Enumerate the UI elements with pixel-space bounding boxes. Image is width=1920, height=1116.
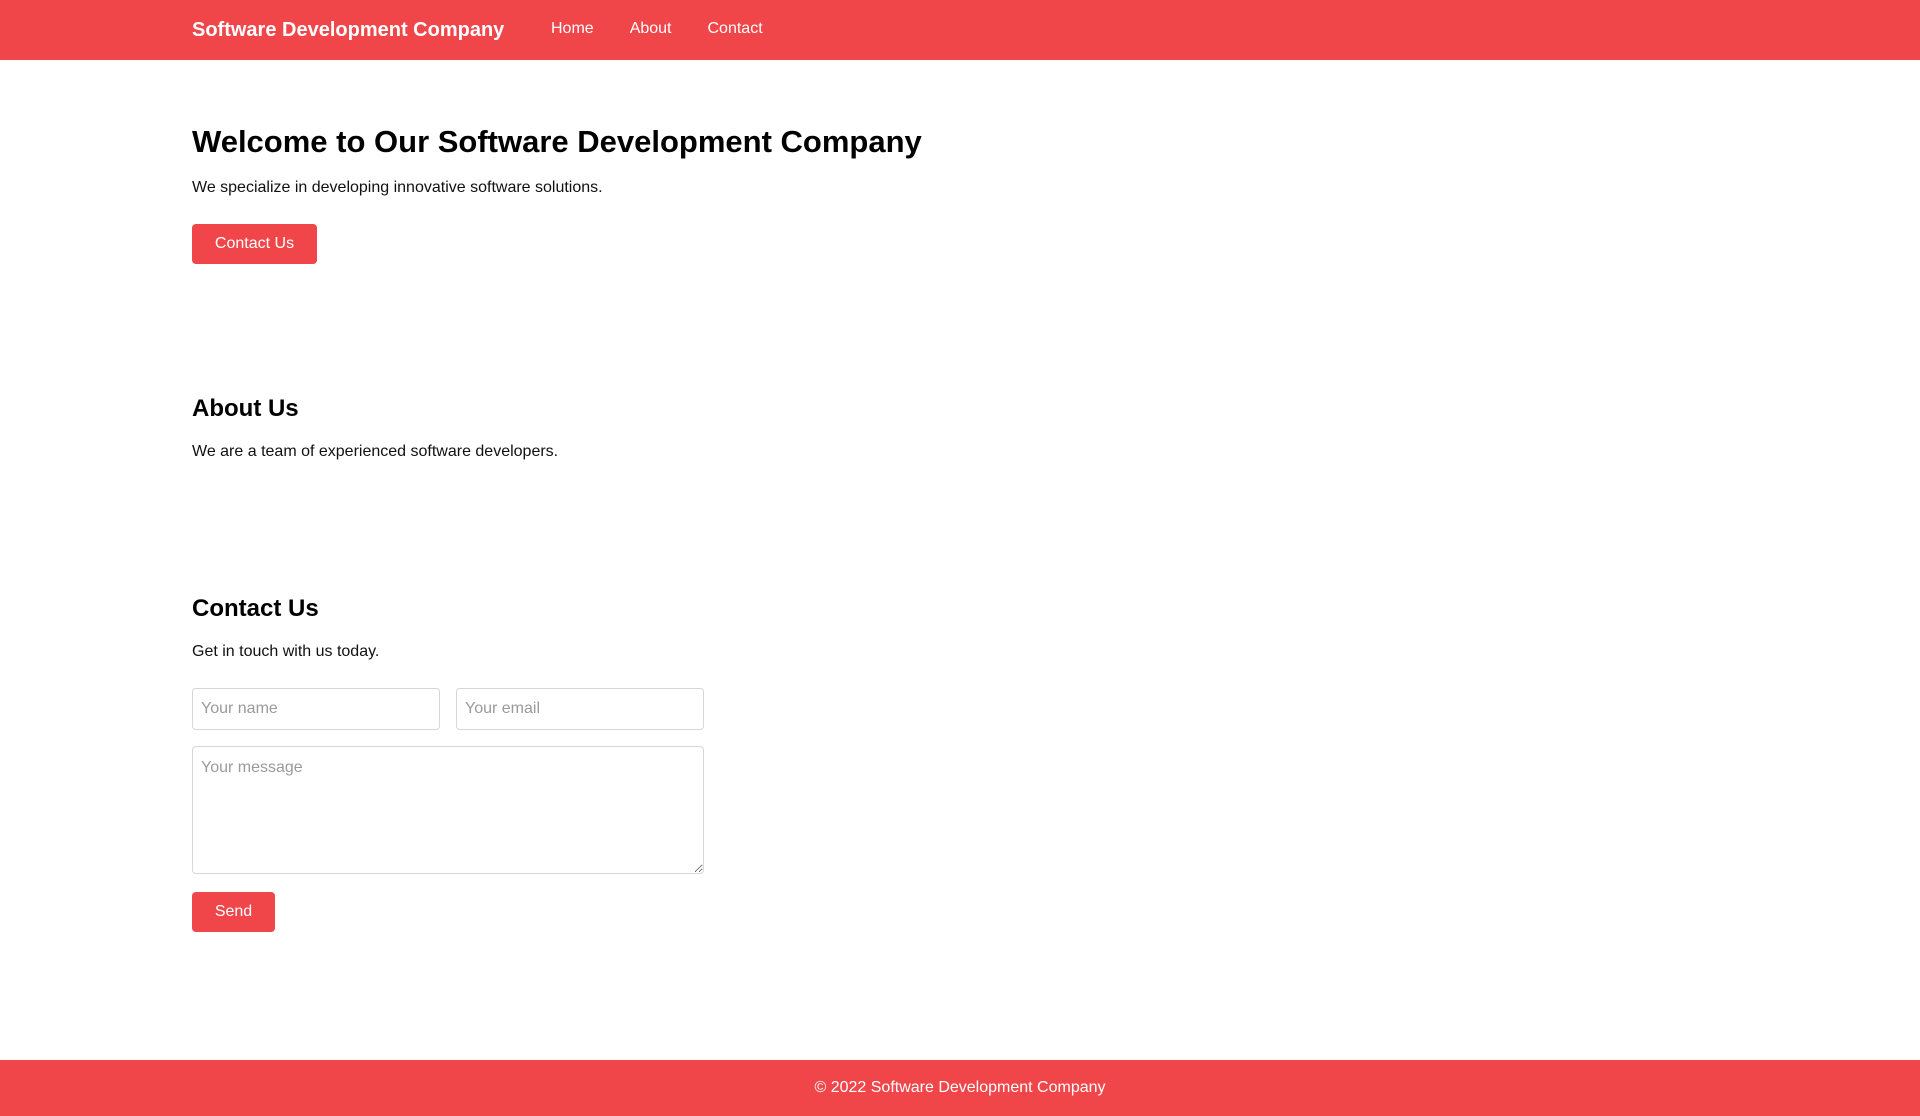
footer-copyright: © 2022 Software Development Company bbox=[814, 1079, 1106, 1096]
send-button[interactable]: Send bbox=[192, 892, 275, 932]
message-field[interactable] bbox=[192, 746, 704, 874]
hero-text: We specialize in developing innovative s… bbox=[192, 179, 603, 196]
email-field[interactable] bbox=[456, 688, 704, 730]
contact-title: Contact Us bbox=[192, 595, 319, 622]
brand-logo-text[interactable]: Software Development Company bbox=[192, 19, 504, 42]
navbar: Software Development Company Home About … bbox=[0, 0, 1920, 60]
nav-link-about[interactable]: About bbox=[630, 20, 672, 38]
name-field[interactable] bbox=[192, 688, 440, 730]
contact-text: Get in touch with us today. bbox=[192, 643, 380, 660]
contact-us-button[interactable]: Contact Us bbox=[192, 224, 317, 264]
about-title: About Us bbox=[192, 395, 299, 422]
about-text: We are a team of experienced software de… bbox=[192, 443, 559, 460]
nav-links: Home About Contact bbox=[551, 20, 799, 38]
footer: © 2022 Software Development Company bbox=[0, 1060, 1920, 1116]
nav-link-contact[interactable]: Contact bbox=[708, 20, 763, 38]
hero-title: Welcome to Our Software Development Comp… bbox=[192, 124, 922, 159]
nav-link-home[interactable]: Home bbox=[551, 20, 594, 38]
